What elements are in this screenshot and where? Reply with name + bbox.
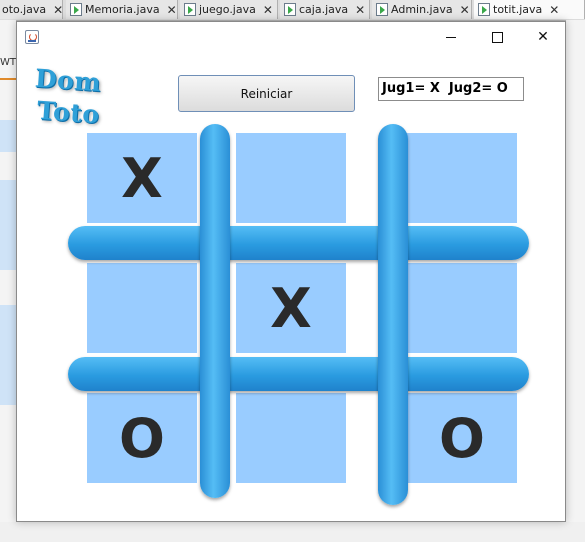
ide-panel-strip: [0, 120, 16, 152]
java-app-icon: [25, 30, 39, 44]
tab-label: totit.java: [493, 3, 543, 16]
close-icon[interactable]: ✕: [263, 3, 273, 17]
ide-panel-strip: [0, 305, 16, 405]
logo-text-line2: Toto: [36, 95, 101, 130]
grid-line-horizontal-bottom: [68, 357, 529, 391]
board-cell-8[interactable]: [236, 393, 346, 483]
board-cell-1[interactable]: X: [87, 133, 197, 223]
java-file-icon: [376, 3, 388, 16]
tab-label: oto.java: [2, 3, 47, 16]
ide-marker: [0, 78, 16, 80]
logo-text-line1: Dom: [34, 63, 103, 98]
grid-line-vertical-left: [200, 124, 230, 498]
tab-caja-java[interactable]: caja.java ✕: [280, 0, 370, 19]
ide-right-panel: [566, 20, 585, 542]
tab-label: caja.java: [299, 3, 349, 16]
close-icon[interactable]: ✕: [53, 3, 63, 17]
tab-totit-java[interactable]: totit.java ✕: [474, 0, 585, 19]
close-icon: ✕: [537, 29, 549, 45]
grid-line-horizontal-top: [68, 226, 529, 260]
java-file-icon: [478, 3, 490, 16]
close-icon[interactable]: ✕: [460, 3, 470, 17]
ide-panel-strip: [0, 180, 16, 270]
board-cell-4[interactable]: [87, 263, 197, 353]
maximize-button[interactable]: [474, 22, 520, 52]
ide-left-panel: [0, 20, 16, 542]
game-panel: Dom Toto Reiniciar Jug1= X Jug2= O X X O…: [17, 52, 565, 521]
ide-tab-bar: oto.java ✕ Memoria.java ✕ juego.java ✕ c…: [0, 0, 585, 21]
tab-oto-java[interactable]: oto.java ✕: [0, 0, 63, 19]
close-icon[interactable]: ✕: [355, 3, 365, 17]
score-field: Jug1= X Jug2= O: [378, 77, 524, 101]
window-titlebar[interactable]: ✕: [17, 22, 565, 52]
ide-side-text: WT: [0, 57, 16, 68]
tab-admin-java[interactable]: Admin.java ✕: [372, 0, 472, 19]
java-file-icon: [284, 3, 296, 16]
java-file-icon: [184, 3, 196, 16]
board-cell-6[interactable]: [407, 263, 517, 353]
reset-button[interactable]: Reiniciar: [178, 75, 355, 112]
tab-memoria-java[interactable]: Memoria.java ✕: [66, 0, 178, 19]
minimize-button[interactable]: [428, 22, 474, 52]
tab-label: Memoria.java: [85, 3, 160, 16]
grid-line-vertical-right: [378, 124, 408, 505]
close-button[interactable]: ✕: [520, 22, 566, 52]
tab-label: juego.java: [199, 3, 256, 16]
game-window: ✕ Dom Toto Reiniciar Jug1= X Jug2= O X X…: [16, 21, 566, 522]
close-icon[interactable]: ✕: [167, 3, 177, 17]
java-file-icon: [70, 3, 82, 16]
board-cell-7[interactable]: O: [87, 393, 197, 483]
board-cell-2[interactable]: [236, 133, 346, 223]
board-cell-5[interactable]: X: [236, 263, 346, 353]
board-cell-3[interactable]: [407, 133, 517, 223]
tab-juego-java[interactable]: juego.java ✕: [180, 0, 278, 19]
close-icon[interactable]: ✕: [549, 3, 559, 17]
board-cell-9[interactable]: O: [407, 393, 517, 483]
tab-label: Admin.java: [391, 3, 453, 16]
ide-bottom-area: [0, 522, 585, 542]
